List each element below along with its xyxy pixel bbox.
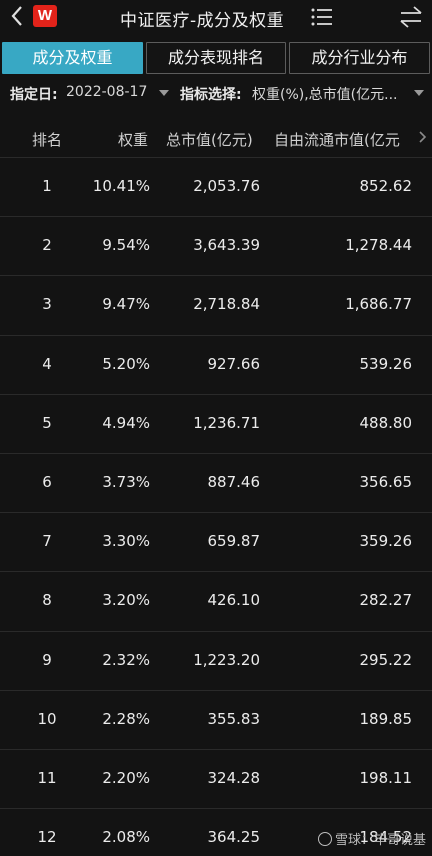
cell-rank: 3 [42, 295, 52, 314]
cell-market-cap: 2,053.76 [193, 177, 260, 195]
cell-free-float-cap: 1,278.44 [345, 236, 412, 255]
cell-market-cap: 426.10 [207, 591, 261, 610]
table-row[interactable]: 8 3.20% 426.10 282.27 [0, 572, 432, 632]
date-label: 指定日: [10, 87, 58, 103]
cell-free-float-cap: 282.27 [359, 591, 413, 610]
tab-constituents-weight[interactable]: 成分及权重 [2, 42, 143, 74]
table-row[interactable]: 6 3.73% 887.46 356.65 [0, 454, 432, 514]
watermark: 雪球：毕哥说基 [317, 829, 426, 848]
table-body: 1 10.41% 2,053.76 852.62 2 9.54% 3,643.39 1,278… [0, 158, 432, 856]
cell-weight: 9.54% [102, 236, 150, 255]
table-row[interactable]: 1 10.41% 2,053.76 852.62 [0, 158, 432, 218]
cell-rank: 11 [37, 768, 57, 787]
top-bar: W 中证医疗-成分及权重 [0, 0, 432, 34]
table-row[interactable]: 11 2.20% 324.28 198.11 [0, 750, 432, 810]
app-logo: W [33, 5, 57, 27]
table-row[interactable]: 4 5.20% 927.66 539.26 [0, 336, 432, 395]
cell-free-float-cap: 539.26 [359, 354, 413, 373]
cell-market-cap: 659.87 [207, 532, 261, 551]
cell-market-cap: 1,223.20 [193, 650, 260, 669]
filter-bar: 指定日: 2022-08-17 指标选择: 权重(%),总市值(亿元... [0, 80, 432, 106]
cell-free-float-cap: 356.65 [359, 472, 413, 491]
tab-constituent-ranking[interactable]: 成分表现排名 [146, 42, 286, 74]
list-menu-icon[interactable] [310, 7, 334, 27]
date-dropdown-icon[interactable] [159, 90, 169, 96]
cell-market-cap: 355.83 [207, 709, 261, 728]
cell-rank: 10 [37, 709, 57, 728]
cell-weight: 3.20% [102, 591, 150, 610]
cell-rank: 5 [42, 413, 52, 432]
indicator-dropdown-icon[interactable] [414, 90, 424, 96]
date-selector[interactable]: 2022-08-17 [66, 84, 147, 100]
cell-free-float-cap: 295.22 [359, 650, 413, 669]
watermark-text: 雪球：毕哥说基 [334, 833, 426, 848]
cell-market-cap: 324.28 [207, 768, 261, 787]
cell-rank: 9 [42, 650, 52, 669]
cell-weight: 2.20% [102, 768, 150, 787]
cell-weight: 5.20% [102, 354, 150, 373]
snowball-logo-icon [317, 832, 332, 846]
cell-weight: 3.30% [102, 532, 150, 551]
table-row[interactable]: 3 9.47% 2,718.84 1,686.77 [0, 276, 432, 336]
cell-weight: 2.32% [102, 650, 150, 669]
cell-rank: 8 [42, 591, 52, 610]
cell-rank: 1 [42, 177, 52, 195]
page-title: 中证医疗-成分及权重 [120, 11, 285, 31]
cell-weight: 2.28% [102, 709, 150, 728]
cell-market-cap: 1,236.71 [193, 413, 260, 432]
indicator-selector[interactable]: 权重(%),总市值(亿元... [252, 84, 415, 104]
cell-rank: 4 [42, 354, 52, 373]
cell-rank: 2 [42, 236, 52, 255]
scroll-right-icon[interactable] [418, 130, 428, 144]
cell-market-cap: 887.46 [207, 472, 261, 491]
cell-market-cap: 3,643.39 [193, 236, 260, 255]
cell-free-float-cap: 189.85 [359, 709, 413, 728]
cell-free-float-cap: 488.80 [359, 413, 413, 432]
cell-free-float-cap: 1,686.77 [345, 295, 412, 314]
cell-market-cap: 927.66 [207, 354, 261, 373]
table-row[interactable]: 2 9.54% 3,643.39 1,278.44 [0, 217, 432, 277]
table-row[interactable]: 5 4.94% 1,236.71 488.80 [0, 395, 432, 454]
column-header-market-cap[interactable]: 总市值(亿元) [166, 129, 253, 150]
cell-market-cap: 364.25 [207, 828, 261, 847]
cell-weight: 9.47% [102, 295, 150, 314]
table-row[interactable]: 10 2.28% 355.83 189.85 [0, 691, 432, 750]
cell-free-float-cap: 198.11 [359, 768, 413, 787]
table-row[interactable]: 7 3.30% 659.87 359.26 [0, 513, 432, 573]
cell-rank: 6 [42, 472, 52, 491]
cell-weight: 3.73% [102, 472, 150, 491]
tab-bar: 成分及权重 成分表现排名 成分行业分布 [0, 42, 432, 74]
column-header-free-float-cap[interactable]: 自由流通市值(亿元 [274, 129, 400, 150]
column-header-rank[interactable]: 排名 [32, 129, 62, 150]
cell-weight: 2.08% [102, 828, 150, 847]
column-header-weight[interactable]: 权重 [118, 129, 148, 150]
table-header: 排名 权重 总市值(亿元) 自由流通市值(亿元 [0, 118, 432, 158]
indicator-label: 指标选择: [180, 87, 242, 103]
cell-weight: 4.94% [102, 413, 150, 432]
tab-industry-distribution[interactable]: 成分行业分布 [289, 42, 430, 74]
table-row[interactable]: 9 2.32% 1,223.20 295.22 [0, 632, 432, 691]
cell-weight: 10.41% [92, 177, 150, 195]
swap-arrows-icon[interactable] [398, 5, 424, 29]
cell-free-float-cap: 852.62 [359, 177, 413, 195]
cell-rank: 7 [42, 532, 52, 551]
cell-rank: 12 [37, 828, 57, 847]
cell-free-float-cap: 359.26 [359, 532, 413, 551]
cell-market-cap: 2,718.84 [193, 295, 260, 314]
back-arrow-icon[interactable] [8, 4, 28, 28]
